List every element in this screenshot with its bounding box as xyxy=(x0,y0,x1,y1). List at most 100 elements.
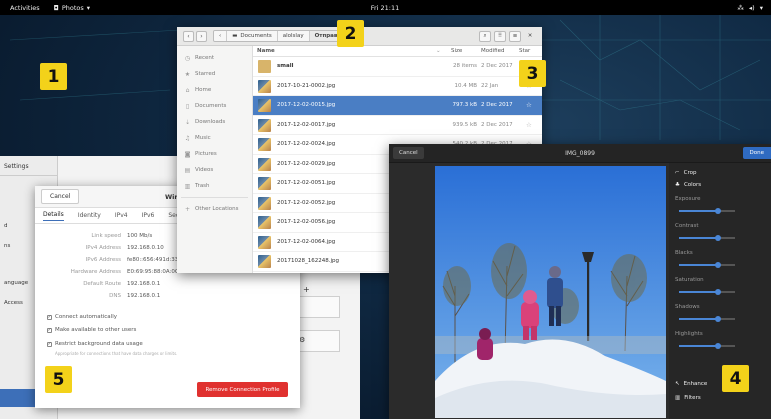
file-name: 2017-12-02-0029.jpg xyxy=(277,160,336,167)
slider-knob[interactable] xyxy=(715,315,722,322)
adjust-slider[interactable] xyxy=(679,288,735,295)
slider-knob[interactable] xyxy=(715,342,722,349)
file-name: 2017-12-02-0056.jpg xyxy=(277,219,336,225)
file-name: 2017-12-02-0017.jpg xyxy=(277,121,336,128)
network-row[interactable] xyxy=(295,296,340,318)
sidebar-label: Documents xyxy=(195,103,227,109)
tool-label: Enhance xyxy=(683,381,708,387)
sort-chevron-icon: ⌄ xyxy=(436,48,441,54)
file-row[interactable]: 2017-12-02-0017.jpg 939.5 kB 2 Dec 2017 ☆ xyxy=(253,116,542,135)
sidebar-item-trash[interactable]: ▥ Trash xyxy=(177,178,252,194)
sidebar-item-pictures[interactable]: ◙ Pictures xyxy=(177,146,252,162)
adjust-label: Exposure xyxy=(675,196,701,202)
hamburger-icon: ≡ xyxy=(512,33,518,39)
wand-icon: ↖ xyxy=(675,381,680,387)
toolbar-tools: ⌕ ⠿ ≡ ✕ xyxy=(479,30,536,42)
restrict-background-checkbox[interactable]: ✓ Restrict background data usage xyxy=(47,341,143,347)
system-tray[interactable]: ⁂ ◂) ▾ xyxy=(737,4,763,12)
search-icon: ⌕ xyxy=(483,32,487,39)
sidebar-label: Other Locations xyxy=(195,206,239,212)
breadcrumb-back[interactable]: ‹ xyxy=(214,31,228,41)
search-button[interactable]: ⌕ xyxy=(479,30,491,42)
file-modified: 2 Dec 2017 xyxy=(481,121,513,128)
breadcrumb-documents[interactable]: ▬ Documents xyxy=(227,31,278,41)
tab-ipv4[interactable]: IPv4 xyxy=(115,212,128,219)
slider-knob[interactable] xyxy=(715,288,722,295)
sidebar-label: Trash xyxy=(195,183,210,189)
file-name: 2017-12-02-0052.jpg xyxy=(277,199,336,206)
sidebar-item-home[interactable]: ⌂ Home xyxy=(177,82,252,98)
sidebar-item-music[interactable]: ♫ Music xyxy=(177,130,252,146)
crop-tool[interactable]: ⌐ Crop xyxy=(675,170,696,176)
available-to-all-checkbox[interactable]: ✓ Make available to other users xyxy=(47,327,136,333)
slider-fill xyxy=(679,318,719,320)
sidebar-item-videos[interactable]: ▤ Videos xyxy=(177,162,252,178)
tab-identity[interactable]: Identity xyxy=(78,212,101,219)
done-button[interactable]: Done xyxy=(742,147,771,159)
sidebar-item-downloads[interactable]: ⇣ Downloads xyxy=(177,114,252,130)
clock[interactable]: Fri 21:11 xyxy=(371,4,400,12)
sidebar-item-recent[interactable]: ◷ Recent xyxy=(177,50,252,66)
close-button[interactable]: ✕ xyxy=(524,31,536,42)
sidebar-item-language[interactable]: anguage xyxy=(4,280,28,286)
view-toggle-button[interactable]: ⠿ xyxy=(494,30,506,42)
breadcrumb-alolslay[interactable]: alolslay xyxy=(277,31,310,41)
sidebar-item-access[interactable]: Access xyxy=(4,300,23,306)
back-button[interactable]: ‹ xyxy=(183,30,194,42)
colors-tool[interactable]: ♣ Colors xyxy=(675,182,701,188)
detail-value: E0:69:95:88:0A:0C xyxy=(127,269,179,275)
sidebar-item-other-locations[interactable]: + Other Locations xyxy=(177,201,252,217)
filters-icon: ▥ xyxy=(675,395,681,401)
photo-preview[interactable] xyxy=(435,166,666,418)
filters-tool[interactable]: ▥ Filters xyxy=(675,395,701,401)
adjust-slider[interactable] xyxy=(679,234,735,241)
app-menu[interactable]: ◘ Photos ▾ xyxy=(54,4,90,12)
connect-automatically-checkbox[interactable]: ✓ Connect automatically xyxy=(47,314,117,320)
camera-icon: ◘ xyxy=(53,3,59,12)
forward-button[interactable]: › xyxy=(196,30,207,42)
slider-knob[interactable] xyxy=(715,234,722,241)
slider-knob[interactable] xyxy=(715,261,722,268)
folder-row[interactable]: small28 items2 Dec 2017☆ xyxy=(253,57,542,77)
tab-details[interactable]: Details xyxy=(43,211,64,221)
remove-connection-button[interactable]: Remove Connection Profile xyxy=(197,382,288,397)
add-connection-button[interactable]: + xyxy=(303,285,310,294)
sidebar-item[interactable]: d xyxy=(4,223,8,229)
file-row[interactable]: 2017-10-21-0002.jpg10.4 MB22 Jan☆ xyxy=(253,77,542,96)
network-icon: ⁂ xyxy=(737,3,744,12)
trash-icon: ▥ xyxy=(184,182,191,190)
cancel-button[interactable]: Cancel xyxy=(393,147,424,159)
tab-ipv6[interactable]: IPv6 xyxy=(142,212,155,219)
detail-key: IPv4 Address xyxy=(85,245,121,251)
column-star[interactable]: Star xyxy=(519,48,530,54)
adjust-slider[interactable] xyxy=(679,261,735,268)
adjust-slider[interactable] xyxy=(679,315,735,322)
detail-value: 192.168.0.10 xyxy=(127,245,164,251)
detail-row: DNS 192.168.0.1 xyxy=(35,293,300,299)
adjust-slider[interactable] xyxy=(679,342,735,349)
adjust-slider[interactable] xyxy=(679,207,735,214)
activities-button[interactable]: Activities xyxy=(10,4,40,12)
slider-knob[interactable] xyxy=(715,207,722,214)
enhance-tool[interactable]: ↖ Enhance xyxy=(675,381,707,387)
column-size[interactable]: Size xyxy=(451,48,462,54)
sidebar-item-documents[interactable]: ▯ Documents xyxy=(177,98,252,114)
crop-icon: ⌐ xyxy=(675,170,680,176)
column-modified[interactable]: Modified xyxy=(481,48,504,54)
column-name[interactable]: Name xyxy=(257,48,275,54)
slider-fill xyxy=(679,264,719,266)
sidebar-item-starred[interactable]: ★ Starred xyxy=(177,66,252,82)
adjust-panel: ⌐ Crop ♣ Colors Exposure Contrast Blacks Satu… xyxy=(669,163,771,419)
sidebar-label: Videos xyxy=(195,167,214,173)
network-row[interactable]: ⚙ xyxy=(295,330,340,352)
editor-header: Cancel IMG_0899 Done xyxy=(389,144,771,163)
detail-row: Default Route 192.168.0.1 xyxy=(35,281,300,287)
star-icon[interactable]: ☆ xyxy=(526,121,532,129)
cancel-button[interactable]: Cancel xyxy=(41,189,80,204)
sidebar-item[interactable]: ns xyxy=(4,243,10,249)
file-modified: 22 Jan xyxy=(481,82,499,89)
star-icon[interactable]: ☆ xyxy=(526,101,532,109)
file-row[interactable]: 2017-12-02-0015.jpg 797.3 kB 2 Dec 2017 ☆ xyxy=(253,96,542,116)
menu-button[interactable]: ≡ xyxy=(509,30,521,42)
image-thumbnail xyxy=(258,255,271,268)
